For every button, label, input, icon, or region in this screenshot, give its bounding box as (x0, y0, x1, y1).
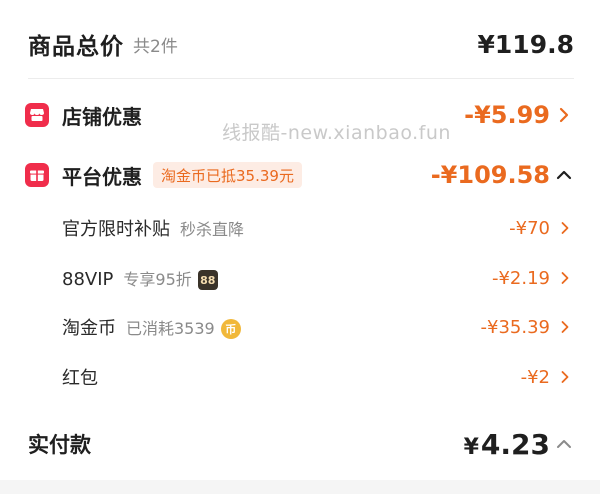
divider (28, 78, 574, 79)
chevron-right-icon[interactable] (557, 319, 573, 335)
actual-payment-row[interactable]: 实付款 ¥4.23 (0, 422, 600, 466)
chevron-right-icon[interactable] (557, 270, 573, 286)
discount-item-red-packet[interactable]: 红包 -¥2 (0, 359, 600, 395)
platform-discount-row[interactable]: 平台优惠 淘金币已抵35.39元 -¥109.58 (0, 155, 600, 195)
chevron-up-icon[interactable] (554, 434, 574, 454)
chevron-right-icon[interactable] (557, 220, 573, 236)
discount-item-88vip[interactable]: 88VIP 专享95折 88 -¥2.19 (0, 260, 600, 296)
discount-item-label: 88VIP 专享95折 88 (62, 266, 218, 290)
platform-discount-amount: -¥109.58 (430, 161, 550, 189)
order-summary-row: 商品总价 共2件 ¥119.8 (0, 22, 600, 66)
discount-item-amount: -¥2 (520, 366, 550, 388)
gift-icon (25, 163, 49, 187)
item-count: 共2件 (133, 36, 178, 57)
actual-payment-amount: ¥4.23 (463, 427, 550, 461)
shop-discount-row[interactable]: 店铺优惠 -¥5.99 (0, 95, 600, 135)
discount-item-note: 专享95折 (123, 270, 192, 289)
88vip-badge-icon: 88 (197, 270, 218, 290)
discount-item-amount: -¥35.39 (480, 316, 550, 338)
order-total-price: ¥119.8 (477, 29, 574, 59)
shop-discount-label: 店铺优惠 (62, 104, 142, 129)
chevron-right-icon[interactable] (557, 369, 573, 385)
discount-item-official-subsidy[interactable]: 官方限时补贴 秒杀直降 -¥70 (0, 210, 600, 246)
chevron-up-icon[interactable] (554, 165, 574, 185)
chevron-right-icon[interactable] (554, 105, 574, 125)
shop-icon (25, 103, 49, 127)
discount-item-label: 红包 (62, 368, 98, 389)
discount-item-label: 淘金币 已消耗3539 币 (62, 314, 241, 340)
discount-item-amount: -¥70 (509, 217, 550, 239)
discount-item-note: 秒杀直降 (180, 220, 245, 239)
actual-payment-label: 实付款 (28, 433, 91, 457)
coin-icon: 币 (220, 319, 241, 339)
bottom-bar (0, 480, 600, 494)
discount-item-taojinbi[interactable]: 淘金币 已消耗3539 币 -¥35.39 (0, 309, 600, 345)
shop-discount-amount: -¥5.99 (464, 101, 550, 129)
platform-discount-label: 平台优惠 (62, 164, 142, 189)
discount-item-note: 已消耗3539 (126, 319, 215, 338)
discount-item-amount: -¥2.19 (491, 267, 550, 289)
order-total-label: 商品总价 (28, 34, 124, 60)
discount-item-label: 官方限时补贴 秒杀直降 (62, 219, 245, 240)
taojinbi-tag: 淘金币已抵35.39元 (153, 162, 302, 188)
